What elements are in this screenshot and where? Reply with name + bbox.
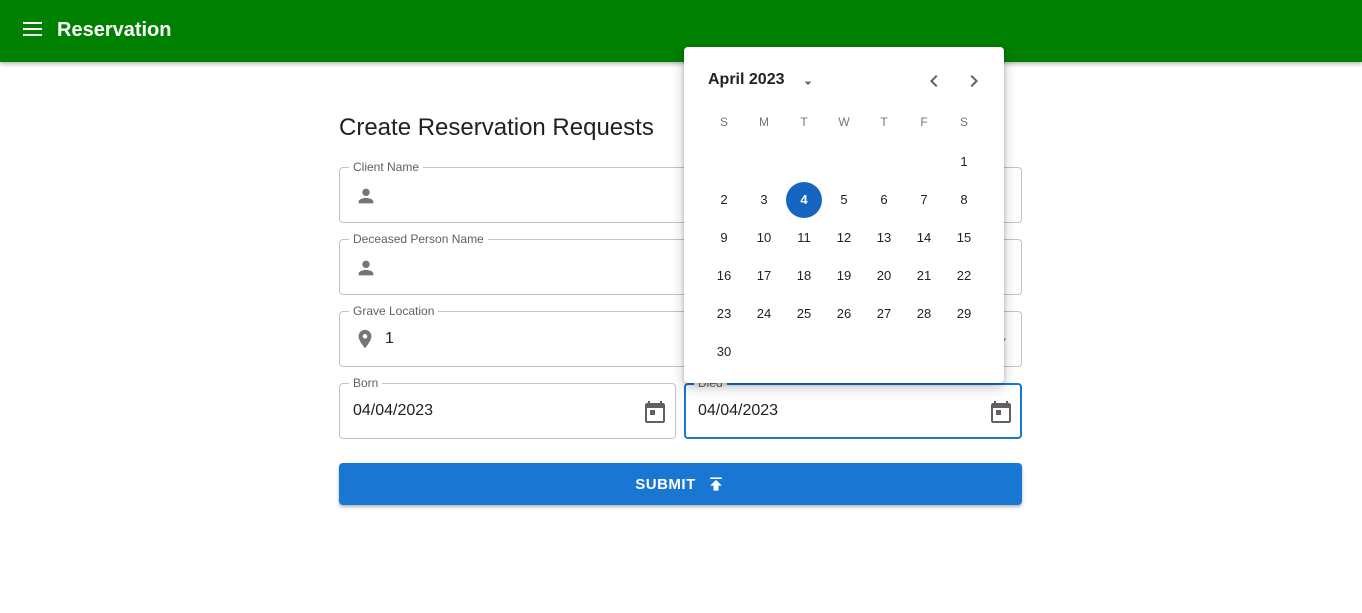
calendar-day[interactable]: 21 (906, 258, 942, 294)
grave-location-value: 1 (385, 330, 394, 347)
calendar-day[interactable]: 14 (906, 220, 942, 256)
calendar-day[interactable]: 29 (946, 296, 982, 332)
calendar-day[interactable]: 28 (906, 296, 942, 332)
calendar-day[interactable]: 30 (706, 334, 742, 370)
calendar-day[interactable]: 20 (866, 258, 902, 294)
born-label: Born (349, 376, 383, 390)
month-dropdown-icon[interactable] (800, 75, 816, 91)
app-title: Reservation (57, 19, 172, 41)
calendar-day[interactable]: 11 (786, 220, 822, 256)
calendar-day[interactable]: 7 (906, 182, 942, 218)
menu-icon[interactable] (23, 22, 43, 40)
weekday-label: M (759, 115, 769, 129)
client-name-label: Client Name (349, 160, 424, 174)
grave-location-label: Grave Location (349, 304, 439, 318)
calendar-day[interactable]: 25 (786, 296, 822, 332)
calendar-day[interactable]: 15 (946, 220, 982, 256)
calendar-day[interactable]: 24 (746, 296, 782, 332)
calendar-day[interactable]: 26 (826, 296, 862, 332)
calendar-month-label[interactable]: April 2023 (708, 71, 784, 89)
calendar-icon[interactable] (989, 400, 1013, 424)
calendar-day[interactable]: 10 (746, 220, 782, 256)
calendar-day[interactable]: 8 (946, 182, 982, 218)
weekday-label: T (880, 115, 888, 129)
calendar-day[interactable]: 18 (786, 258, 822, 294)
born-date-input[interactable]: 04/04/2023 (353, 402, 433, 420)
calendar-day[interactable]: 2 (706, 182, 742, 218)
calendar-day[interactable]: 17 (746, 258, 782, 294)
calendar-day[interactable]: 23 (706, 296, 742, 332)
calendar-day-selected[interactable]: 4 (786, 182, 822, 218)
died-date-input[interactable]: 04/04/2023 (698, 402, 778, 420)
calendar-day[interactable]: 9 (706, 220, 742, 256)
born-date-field[interactable]: Born 04/04/2023 (339, 376, 676, 439)
date-picker-popup: April 2023 SMTWTFS 1 2 3 4 5 6 7 8 9 10 11 12 13 14 15… (684, 47, 1004, 383)
person-icon (358, 188, 374, 204)
weekday-label: S (719, 115, 728, 129)
chevron-left-icon[interactable] (922, 69, 946, 93)
calendar-day[interactable]: 22 (946, 258, 982, 294)
upload-icon (709, 477, 722, 491)
weekday-label: F (920, 115, 928, 129)
page-title: Create Reservation Requests (339, 114, 654, 141)
weekday-label: T (800, 115, 808, 129)
calendar-day[interactable]: 3 (746, 182, 782, 218)
app-bar: Reservation (0, 0, 1362, 62)
died-date-field[interactable]: Died 04/04/2023 (684, 376, 1022, 439)
deceased-name-label: Deceased Person Name (349, 232, 488, 246)
chevron-right-icon[interactable] (962, 69, 986, 93)
calendar-day[interactable]: 16 (706, 258, 742, 294)
submit-button[interactable]: SUBMIT (339, 463, 1022, 505)
calendar-day[interactable]: 19 (826, 258, 862, 294)
calendar-day[interactable]: 6 (866, 182, 902, 218)
calendar-day[interactable]: 5 (826, 182, 862, 218)
location-pin-icon (358, 329, 372, 349)
submit-label: SUBMIT (635, 475, 696, 493)
person-icon (358, 260, 374, 276)
calendar-day[interactable]: 13 (866, 220, 902, 256)
weekday-label: S (959, 115, 968, 129)
weekday-label: W (838, 115, 850, 129)
calendar-icon[interactable] (643, 400, 667, 424)
calendar-day[interactable]: 27 (866, 296, 902, 332)
calendar-day[interactable]: 1 (946, 144, 982, 180)
calendar-day[interactable]: 12 (826, 220, 862, 256)
